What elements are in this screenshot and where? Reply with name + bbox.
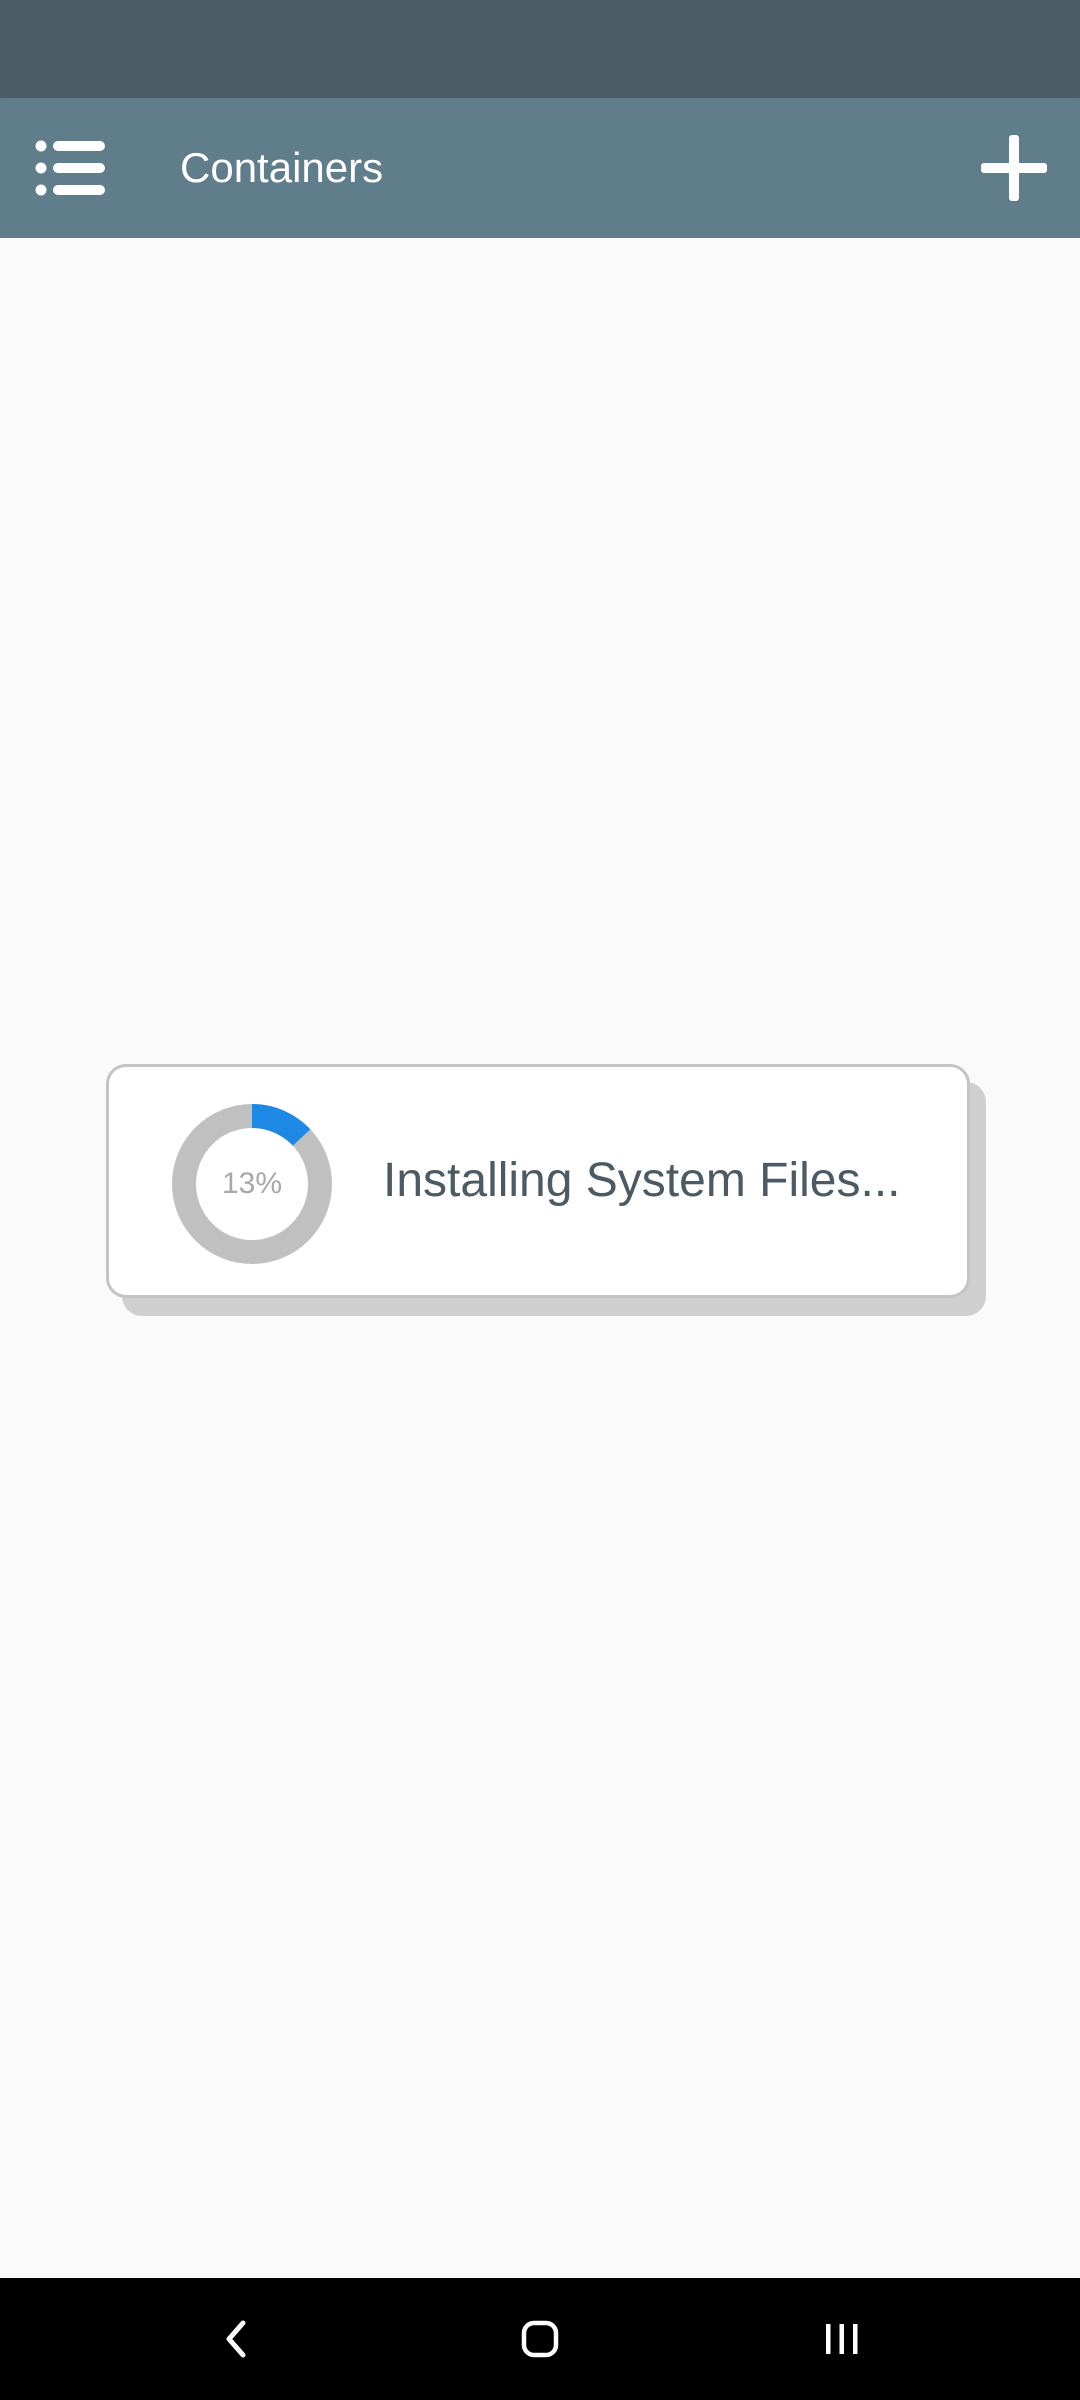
dialog-message: Installing System Files... [383, 1154, 901, 1207]
back-button[interactable] [176, 2300, 296, 2378]
page-title: Containers [180, 144, 384, 191]
progress-dialog: 13% Installing System Files... [106, 1064, 970, 1298]
home-icon [521, 2320, 559, 2358]
progress-ring: 13% [171, 1103, 333, 1265]
plus-icon [981, 135, 1047, 201]
progress-percent: 13% [221, 1167, 283, 1200]
navigation-bar [0, 2278, 1080, 2400]
home-button[interactable] [480, 2300, 600, 2378]
status-bar [0, 0, 1080, 98]
add-container-button[interactable] [966, 126, 1062, 210]
menu-button[interactable] [22, 126, 118, 210]
list-menu-icon [35, 140, 105, 196]
recents-icon [826, 2324, 858, 2354]
app-bar: Containers [0, 98, 1080, 238]
recents-button[interactable] [782, 2300, 902, 2378]
back-chevron-icon [226, 2320, 246, 2358]
